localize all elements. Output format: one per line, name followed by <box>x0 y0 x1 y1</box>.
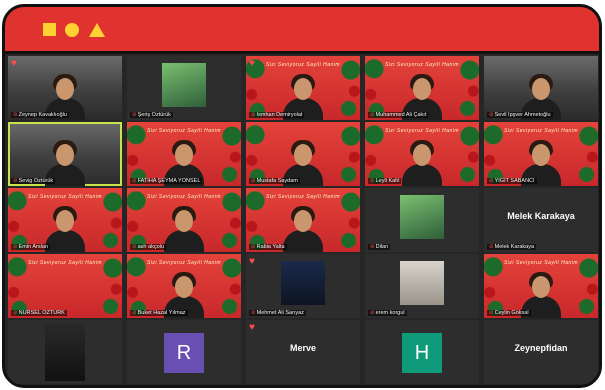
participant-video <box>400 195 444 239</box>
muted-mic-icon: ⊘ <box>489 178 494 184</box>
muted-mic-icon: ⊘ <box>251 112 256 118</box>
participant-name: ⊘Muhammed Ali Çakıt <box>368 112 429 118</box>
heart-reaction-icon: ♥ <box>249 256 255 267</box>
virtual-background-banner: Sizi Seviyoruz Sayili Hanim <box>27 260 103 266</box>
muted-mic-icon: ⊘ <box>13 112 18 118</box>
muted-mic-icon: ⊘ <box>370 178 375 184</box>
muted-mic-icon: ⊘ <box>13 310 18 316</box>
participant-tile[interactable]: Sizi Seviyoruz Sayili Hanim ⊘Emin Arslan <box>8 188 122 252</box>
participant-name: ⊘Şeriş Öztürük <box>130 112 173 118</box>
participant-grid: ♥ ⊘Zeynep Kavaklıoğlu ⊘Şeriş Öztürük ♥ S… <box>8 56 598 384</box>
participant-name: ⊘Sevil İpşver Ahmetoğlu <box>487 112 553 118</box>
virtual-background-banner: Sizi Seviyoruz Sayili Hanim <box>384 62 460 68</box>
participant-video <box>280 206 326 252</box>
triangle-control-icon[interactable] <box>89 23 105 37</box>
muted-mic-icon: ⊘ <box>251 244 256 250</box>
virtual-background-banner: Sizi Seviyoruz Sayili Hanim <box>265 194 341 200</box>
virtual-background-banner: Sizi Seviyoruz Sayili Hanim <box>503 260 579 266</box>
virtual-background-banner: Sizi Seviyoruz Sayili Hanim <box>265 62 341 68</box>
participant-tile[interactable]: Melek Karakaya ⊘Melek Karakaya <box>484 188 598 252</box>
participant-name: ⊘erem korgul <box>368 310 407 316</box>
participant-tile[interactable] <box>8 320 122 384</box>
participant-tile[interactable]: ⊘Şeriş Öztürük <box>127 56 241 120</box>
virtual-background-banner: Sizi Seviyoruz Sayili Hanim <box>146 128 222 134</box>
participant-name: ⊘İsmhan Demiryolat <box>249 112 305 118</box>
muted-mic-icon: ⊘ <box>489 310 494 316</box>
participant-display-name: Melek Karakaya <box>507 211 575 221</box>
heart-reaction-icon: ♥ <box>249 322 255 333</box>
participant-name: ⊘NURSEL OZTURK <box>11 310 67 316</box>
participant-video <box>281 261 325 305</box>
virtual-background-banner: Sizi Seviyoruz Sayili Hanim <box>503 128 579 134</box>
participant-video <box>400 261 444 305</box>
participant-tile[interactable]: Sizi Seviyoruz Sayili Hanim ⊘Leyli Kafıl <box>365 122 479 186</box>
participant-tile[interactable]: Sizi Seviyoruz Sayili Hanim ⊘ash akçolu <box>127 188 241 252</box>
muted-mic-icon: ⊘ <box>489 112 494 118</box>
participant-tile[interactable]: Sizi Seviyoruz Sayili Hanim ⊘Rabia Yalta <box>246 188 360 252</box>
participant-tile[interactable]: ♥ Merve <box>246 320 360 384</box>
participant-name: ⊘Ceylin Göksal <box>487 310 531 316</box>
participant-tile[interactable]: ⊘erem korgul <box>365 254 479 318</box>
virtual-background-banner: Sizi Seviyoruz Sayili Hanim <box>146 194 222 200</box>
participant-display-name: Merve <box>289 343 316 353</box>
muted-mic-icon: ⊘ <box>132 310 137 316</box>
participant-avatar: R <box>164 333 204 373</box>
participant-tile[interactable]: H <box>365 320 479 384</box>
video-call-window: ♥ ⊘Zeynep Kavaklıoğlu ⊘Şeriş Öztürük ♥ S… <box>2 4 602 388</box>
muted-mic-icon: ⊘ <box>370 310 375 316</box>
participant-tile[interactable]: Sizi Seviyoruz Sayili Hanim ⊘Muhammed Al… <box>365 56 479 120</box>
participant-name: ⊘Dilan <box>368 244 391 250</box>
muted-mic-icon: ⊘ <box>13 178 18 184</box>
participant-avatar: H <box>402 333 442 373</box>
participant-name: ⊘Emin Arslan <box>11 244 50 250</box>
muted-mic-icon: ⊘ <box>132 112 137 118</box>
muted-mic-icon: ⊘ <box>370 112 375 118</box>
square-control-icon[interactable] <box>43 23 56 36</box>
participant-name: ⊘Rabia Yalta <box>249 244 287 250</box>
participant-tile[interactable]: Zeynepfidan <box>484 320 598 384</box>
participant-name: ⊘FATIHA ŞEYMA YÖNSEL <box>130 178 203 184</box>
participant-tile[interactable]: Sizi Seviyoruz Sayili Hanim ⊘YİĞİT SABAN… <box>484 122 598 186</box>
participant-name: ⊘Melek Karakaya <box>487 244 537 250</box>
participant-tile[interactable]: ⊘Dilan <box>365 188 479 252</box>
participant-tile[interactable]: ⊘Mustafa Saydam <box>246 122 360 186</box>
participant-name: ⊘Mehmet Ali Sarıyaz <box>249 310 306 316</box>
muted-mic-icon: ⊘ <box>370 244 375 250</box>
participant-video <box>162 63 206 107</box>
circle-control-icon[interactable] <box>65 23 79 37</box>
participant-name: ⊘Zeynep Kavaklıoğlu <box>11 112 69 118</box>
participant-name: ⊘Sevig Öztürük <box>11 178 56 184</box>
active-speaker-tile[interactable]: ⊘Sevig Öztürük <box>8 122 122 186</box>
participant-name: ⊘Leyli Kafıl <box>368 178 402 184</box>
participant-name: ⊘Buket Hazal Yılmaz <box>130 310 188 316</box>
muted-mic-icon: ⊘ <box>132 244 137 250</box>
participant-video <box>399 140 445 186</box>
muted-mic-icon: ⊘ <box>251 178 256 184</box>
muted-mic-icon: ⊘ <box>13 244 18 250</box>
muted-mic-icon: ⊘ <box>489 244 494 250</box>
virtual-background-banner: Sizi Seviyoruz Sayili Hanim <box>27 194 103 200</box>
participant-video <box>45 323 85 381</box>
muted-mic-icon: ⊘ <box>251 310 256 316</box>
participant-tile[interactable]: ♥ Sizi Seviyoruz Sayili Hanim ⊘İsmhan De… <box>246 56 360 120</box>
participant-tile[interactable]: ♥ ⊘Mehmet Ali Sarıyaz <box>246 254 360 318</box>
heart-reaction-icon: ♥ <box>11 58 17 69</box>
participant-name: ⊘Mustafa Saydam <box>249 178 300 184</box>
virtual-background-banner: Sizi Seviyoruz Sayili Hanim <box>384 128 460 134</box>
participant-tile[interactable]: ♥ ⊘Zeynep Kavaklıoğlu <box>8 56 122 120</box>
participant-tile[interactable]: Sizi Seviyoruz Sayili Hanim ⊘Buket Hazal… <box>127 254 241 318</box>
participant-tile[interactable]: ⊘Sevil İpşver Ahmetoğlu <box>484 56 598 120</box>
virtual-background-banner: Sizi Seviyoruz Sayili Hanim <box>146 260 222 266</box>
title-bar <box>5 7 599 54</box>
participant-video <box>161 206 207 252</box>
participant-tile[interactable]: R <box>127 320 241 384</box>
participant-tile[interactable]: Sizi Seviyoruz Sayili Hanim ⊘Ceylin Göks… <box>484 254 598 318</box>
participant-name: ⊘YİĞİT SABANCI <box>487 178 537 184</box>
muted-mic-icon: ⊘ <box>132 178 137 184</box>
participant-tile[interactable]: Sizi Seviyoruz Sayili Hanim ⊘FATIHA ŞEYM… <box>127 122 241 186</box>
participant-tile[interactable]: Sizi Seviyoruz Sayili Hanim ⊘NURSEL OZTU… <box>8 254 122 318</box>
participant-name: ⊘ash akçolu <box>130 244 166 250</box>
participant-display-name: Zeynepfidan <box>514 343 568 353</box>
